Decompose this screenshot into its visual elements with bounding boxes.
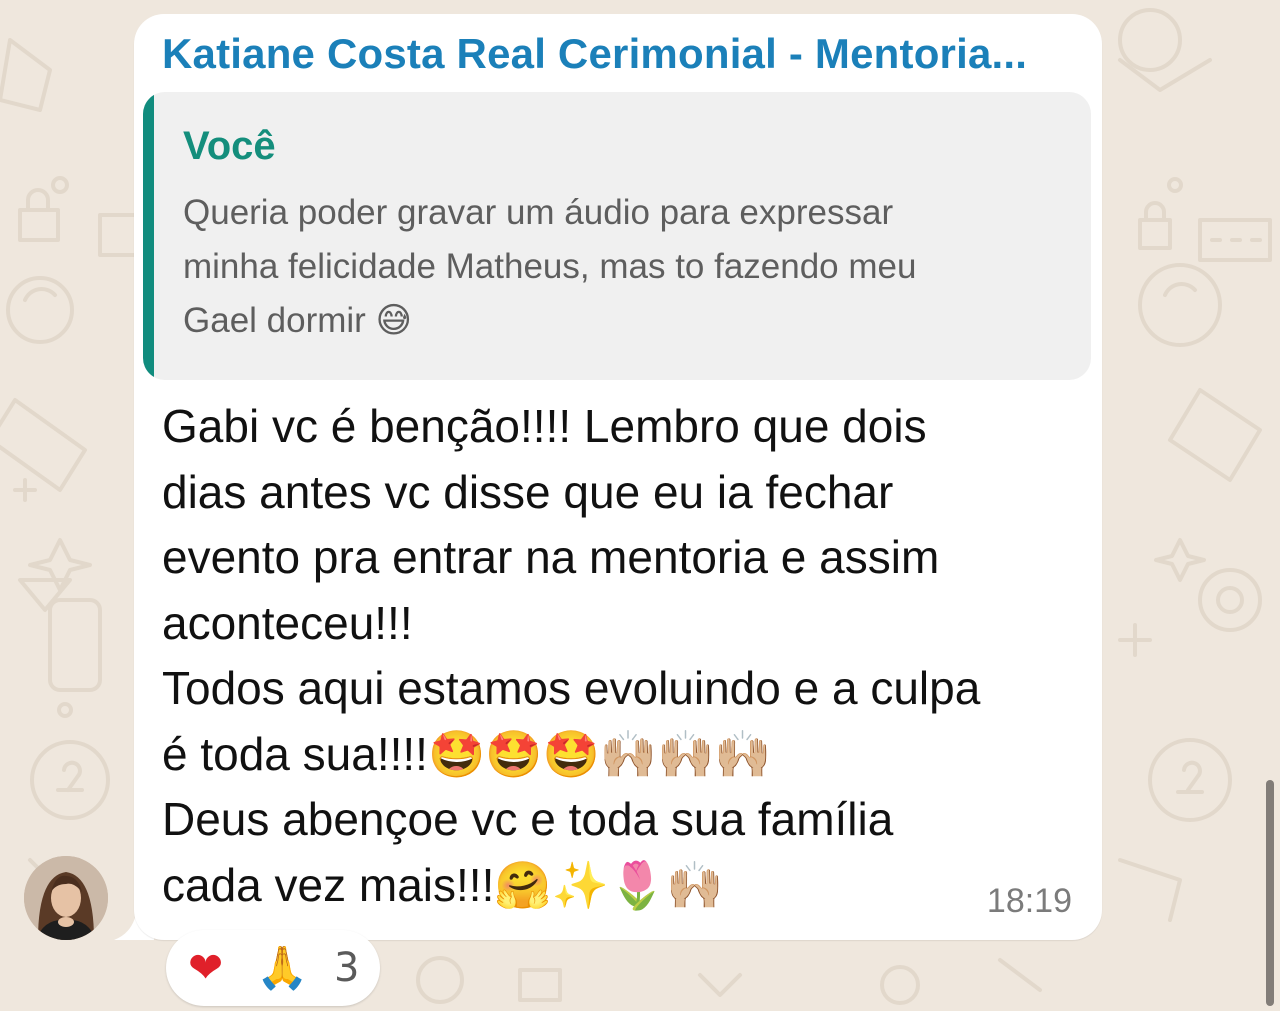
message-bubble[interactable]: Katiane Costa Real Cerimonial - Mentoria…	[134, 14, 1102, 940]
message-text: Gabi vc é benção!!!! Lembro que dois dia…	[162, 400, 981, 911]
heart-reaction-icon: ❤	[188, 943, 224, 992]
quote-accent-bar	[143, 92, 154, 380]
quoted-message[interactable]: Você Queria poder gravar um áudio para e…	[143, 92, 1091, 380]
reactions-pill[interactable]: ❤ 🙏 3	[166, 930, 380, 1006]
sender-name[interactable]: Katiane Costa Real Cerimonial - Mentoria…	[162, 30, 1082, 78]
avatar[interactable]	[24, 856, 108, 940]
avatar-photo	[24, 856, 108, 940]
scrollbar[interactable]	[1266, 780, 1274, 1006]
message-timestamp: 18:19	[986, 882, 1072, 920]
quote-author: Você	[183, 124, 276, 168]
quote-text: Queria poder gravar um áudio para expres…	[183, 193, 917, 340]
pray-reaction-icon: 🙏	[256, 943, 309, 992]
reaction-count: 3	[334, 945, 360, 991]
